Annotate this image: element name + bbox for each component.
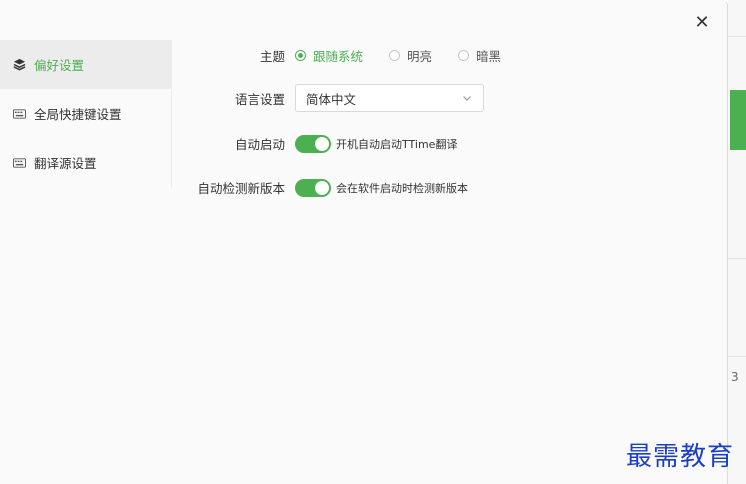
radio-icon (389, 50, 401, 61)
autoupdate-row: 自动检测新版本 会在软件启动时检测新版本 (190, 178, 468, 197)
sidebar-item-translation-sources[interactable]: 翻译源设置 (0, 138, 171, 187)
language-select-value: 简体中文 (306, 91, 357, 107)
theme-option-dark[interactable]: 暗黑 (458, 46, 501, 65)
background-divider (728, 36, 746, 37)
language-select[interactable]: 简体中文 (295, 84, 484, 112)
background-divider (728, 356, 746, 357)
background-app-accent (730, 90, 746, 150)
radio-selected-icon (295, 50, 306, 61)
theme-label: 主题 (259, 49, 285, 64)
settings-sidebar: 偏好设置 全局快捷键设置 翻译源设置 (0, 40, 172, 188)
close-button[interactable]: ✕ (691, 12, 713, 34)
background-app (728, 0, 746, 484)
sidebar-item-label: 翻译源设置 (34, 156, 97, 171)
autoupdate-toggle[interactable] (295, 178, 331, 197)
sidebar-item-global-shortcuts[interactable]: 全局快捷键设置 (0, 89, 171, 138)
language-label: 语言设置 (234, 91, 285, 107)
radio-icon (458, 50, 470, 61)
sidebar-item-label: 全局快捷键设置 (34, 107, 122, 122)
autostart-label: 自动启动 (234, 137, 285, 152)
theme-option-light[interactable]: 明亮 (389, 46, 432, 65)
background-partial-text: 3 (731, 370, 739, 384)
autostart-row: 自动启动 开机自动启动TTime翻译 (190, 134, 457, 153)
autostart-description: 开机自动启动TTime翻译 (336, 137, 458, 151)
sidebar-item-label: 偏好设置 (34, 58, 85, 73)
theme-row: 主题 跟随系统 明亮 暗黑 (190, 46, 527, 65)
keyboard-icon (12, 156, 26, 170)
sidebar-item-preferences[interactable]: 偏好设置 (0, 40, 171, 89)
language-row: 语言设置 简体中文 (190, 84, 484, 112)
theme-option-follow-system[interactable]: 跟随系统 (295, 46, 363, 65)
autoupdate-label: 自动检测新版本 (197, 181, 285, 196)
watermark-text: 最需教育 (626, 442, 735, 472)
layers-icon (12, 58, 26, 72)
keyboard-icon (12, 107, 26, 121)
settings-dialog: ✕ 偏好设置 全局快捷键设置 翻译源设置 主题 跟随系统 明亮 暗黑 语言设置 … (0, 0, 728, 484)
autostart-toggle[interactable] (295, 134, 331, 153)
chevron-down-icon (461, 92, 473, 104)
background-divider (728, 258, 746, 259)
autoupdate-description: 会在软件启动时检测新版本 (336, 181, 468, 195)
